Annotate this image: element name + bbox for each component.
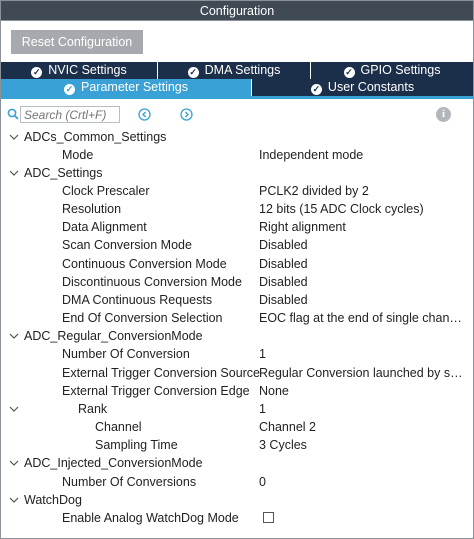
param-value[interactable]: 3 Cycles bbox=[259, 436, 467, 454]
param-value[interactable]: Channel 2 bbox=[259, 418, 467, 436]
search-icon[interactable] bbox=[7, 108, 19, 120]
check-circle-icon: ✓ bbox=[31, 67, 43, 78]
group-label: WatchDog bbox=[24, 493, 82, 507]
param-name: Mode bbox=[62, 148, 94, 162]
reset-configuration-button[interactable]: Reset Configuration bbox=[11, 30, 143, 54]
param-name: Data Alignment bbox=[62, 220, 147, 234]
param-value[interactable]: EOC flag at the end of single channel co… bbox=[259, 309, 467, 327]
param-name: End Of Conversion Selection bbox=[62, 311, 223, 325]
tab-nvic-settings[interactable]: ✓ NVIC Settings bbox=[1, 62, 158, 79]
param-row-discontinuous-conversion[interactable]: Discontinuous Conversion Mode Disabled bbox=[1, 273, 473, 291]
param-row-resolution[interactable]: Resolution 12 bits (15 ADC Clock cycles) bbox=[1, 200, 473, 218]
param-row-external-trigger-edge[interactable]: External Trigger Conversion Edge None bbox=[1, 382, 473, 400]
param-value[interactable]: Disabled bbox=[259, 291, 467, 309]
param-value[interactable]: 0 bbox=[259, 473, 467, 491]
param-row-mode[interactable]: Mode Independent mode bbox=[1, 146, 473, 164]
chevron-down-icon[interactable] bbox=[8, 164, 20, 182]
param-row-end-of-conversion[interactable]: End Of Conversion Selection EOC flag at … bbox=[1, 309, 473, 327]
param-name: Resolution bbox=[62, 202, 122, 216]
check-circle-icon: ✓ bbox=[310, 84, 322, 95]
param-value[interactable]: 1 bbox=[259, 400, 467, 418]
info-icon[interactable]: i bbox=[436, 107, 451, 122]
group-adc-regular-conversionmode[interactable]: ADC_Regular_ConversionMode bbox=[1, 327, 473, 345]
param-row-dma-continuous-requests[interactable]: DMA Continuous Requests Disabled bbox=[1, 291, 473, 309]
param-value[interactable]: Disabled bbox=[259, 255, 467, 273]
param-name: Number Of Conversion bbox=[62, 347, 190, 361]
tab-gpio-settings[interactable]: ✓ GPIO Settings bbox=[311, 62, 473, 79]
arrow-left-circle-icon[interactable] bbox=[138, 108, 151, 121]
param-row-scan-conversion[interactable]: Scan Conversion Mode Disabled bbox=[1, 236, 473, 254]
param-name: DMA Continuous Requests bbox=[62, 293, 213, 307]
tab-dma-settings[interactable]: ✓ DMA Settings bbox=[158, 62, 311, 79]
param-value[interactable]: Independent mode bbox=[259, 146, 467, 164]
param-row-channel[interactable]: Channel Channel 2 bbox=[1, 418, 473, 436]
chevron-down-icon[interactable] bbox=[8, 454, 20, 472]
tab-label: User Constants bbox=[327, 80, 415, 94]
param-name: Discontinuous Conversion Mode bbox=[62, 275, 242, 289]
tab-label: Parameter Settings bbox=[81, 80, 188, 94]
check-circle-icon: ✓ bbox=[343, 67, 355, 78]
param-row-number-of-conversion[interactable]: Number Of Conversion 1 bbox=[1, 345, 473, 363]
tab-label: NVIC Settings bbox=[48, 63, 127, 77]
param-row-continuous-conversion[interactable]: Continuous Conversion Mode Disabled bbox=[1, 255, 473, 273]
chevron-down-icon[interactable] bbox=[8, 491, 20, 509]
chevron-down-icon[interactable] bbox=[8, 327, 20, 345]
param-value[interactable]: Regular Conversion launched by software bbox=[259, 364, 467, 382]
param-name: Scan Conversion Mode bbox=[62, 238, 192, 252]
tab-label: DMA Settings bbox=[204, 63, 281, 77]
group-adcs-common-settings[interactable]: ADCs_Common_Settings bbox=[1, 128, 473, 146]
param-value[interactable]: Disabled bbox=[259, 236, 467, 254]
param-value[interactable]: 1 bbox=[259, 345, 467, 363]
param-value[interactable]: 12 bits (15 ADC Clock cycles) bbox=[259, 200, 467, 218]
group-watchdog[interactable]: WatchDog bbox=[1, 491, 473, 509]
param-name: Number Of Conversions bbox=[62, 475, 197, 489]
param-name: Sampling Time bbox=[95, 438, 178, 452]
check-circle-icon: ✓ bbox=[187, 67, 199, 78]
param-value[interactable]: None bbox=[259, 382, 467, 400]
check-circle-icon: ✓ bbox=[64, 84, 75, 95]
group-adc-settings[interactable]: ADC_Settings bbox=[1, 164, 473, 182]
param-value[interactable]: PCLK2 divided by 2 bbox=[259, 182, 467, 200]
group-label: ADC_Settings bbox=[24, 166, 103, 180]
param-name: Clock Prescaler bbox=[62, 184, 150, 198]
window-title: Configuration bbox=[0, 0, 474, 21]
group-label: ADC_Injected_ConversionMode bbox=[24, 456, 203, 470]
param-row-clock-prescaler[interactable]: Clock Prescaler PCLK2 divided by 2 bbox=[1, 182, 473, 200]
param-name: Enable Analog WatchDog Mode bbox=[62, 511, 239, 525]
group-label: ADC_Regular_ConversionMode bbox=[24, 329, 203, 343]
search-input[interactable] bbox=[20, 106, 120, 123]
enable-analog-watchdog-checkbox[interactable] bbox=[263, 512, 274, 523]
tab-label: GPIO Settings bbox=[360, 63, 441, 77]
param-row-number-of-conversions[interactable]: Number Of Conversions 0 bbox=[1, 473, 473, 491]
tab-parameter-settings[interactable]: ✓ Parameter Settings bbox=[1, 79, 252, 96]
param-row-external-trigger-source[interactable]: External Trigger Conversion Source Regul… bbox=[1, 364, 473, 382]
param-row-enable-analog-watchdog[interactable]: Enable Analog WatchDog Mode bbox=[1, 509, 473, 527]
param-name: External Trigger Conversion Source bbox=[62, 366, 261, 380]
chevron-down-icon[interactable] bbox=[8, 128, 20, 146]
arrow-right-circle-icon[interactable] bbox=[180, 108, 193, 121]
param-value[interactable]: Right alignment bbox=[259, 218, 467, 236]
param-name: Continuous Conversion Mode bbox=[62, 257, 227, 271]
group-adc-injected-conversionmode[interactable]: ADC_Injected_ConversionMode bbox=[1, 454, 473, 472]
param-name: External Trigger Conversion Edge bbox=[62, 384, 250, 398]
param-value[interactable]: Disabled bbox=[259, 273, 467, 291]
chevron-down-icon[interactable] bbox=[8, 400, 20, 418]
group-rank[interactable]: Rank 1 bbox=[1, 400, 473, 418]
group-label: ADCs_Common_Settings bbox=[24, 130, 167, 144]
active-tab-underline bbox=[1, 96, 473, 99]
param-row-data-alignment[interactable]: Data Alignment Right alignment bbox=[1, 218, 473, 236]
tab-user-constants[interactable]: ✓ User Constants bbox=[252, 79, 473, 96]
param-name: Channel bbox=[95, 420, 142, 434]
param-name: Rank bbox=[78, 402, 108, 416]
param-row-sampling-time[interactable]: Sampling Time 3 Cycles bbox=[1, 436, 473, 454]
